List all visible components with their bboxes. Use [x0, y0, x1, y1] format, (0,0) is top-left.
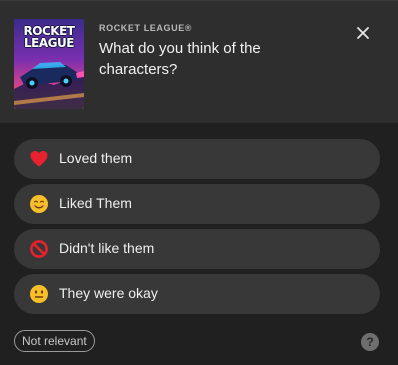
red-heart-icon: [30, 151, 48, 167]
prohibited-icon: [30, 240, 48, 258]
option-didnt-like-them[interactable]: Didn't like them: [14, 229, 380, 269]
game-cover-art: ROCKET LEAGUE: [14, 19, 84, 109]
feedback-header: ROCKET LEAGUE ROCKET LEAGUE® What do you…: [0, 0, 398, 123]
option-loved-them[interactable]: Loved them: [14, 139, 380, 179]
cover-art-title-line2: LEAGUE: [24, 36, 74, 50]
feedback-card: ROCKET LEAGUE ROCKET LEAGUE® What do you…: [0, 0, 398, 365]
option-label: Liked Them: [59, 195, 132, 211]
answer-options: Loved them Liked Them Didn't like them T…: [14, 139, 380, 319]
option-label: Didn't like them: [59, 240, 155, 256]
option-liked-them[interactable]: Liked Them: [14, 184, 380, 224]
option-label: Loved them: [59, 150, 133, 166]
not-relevant-button[interactable]: Not relevant: [14, 330, 95, 352]
top-divider: [0, 0, 398, 1]
feedback-question: What do you think of the characters?: [99, 40, 261, 78]
smiling-face-icon: [30, 195, 48, 213]
help-icon[interactable]: ?: [361, 333, 379, 351]
close-icon: [357, 27, 369, 39]
neutral-face-icon: [30, 285, 48, 303]
game-name: ROCKET LEAGUE®: [99, 23, 193, 33]
option-label: They were okay: [59, 285, 158, 301]
option-they-were-okay[interactable]: They were okay: [14, 274, 380, 314]
close-button[interactable]: [352, 22, 374, 44]
